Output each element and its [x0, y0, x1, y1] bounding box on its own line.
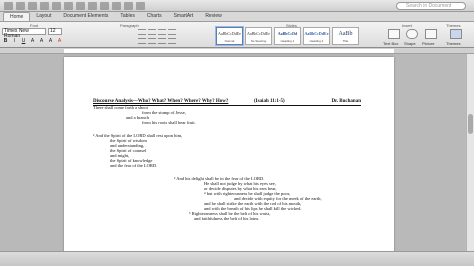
help-icon[interactable]: [136, 1, 145, 10]
ruler-track: [64, 49, 394, 53]
italic-button[interactable]: I: [11, 38, 18, 45]
style-sample: AaBb: [338, 31, 353, 37]
heading-title: Discourse Analysis—Who? What? When? Wher…: [93, 99, 229, 104]
font-size-field[interactable]: 12: [48, 28, 62, 35]
style-name: Heading 1: [280, 39, 295, 43]
text-line: and faithfulness the belt of his loins.: [194, 216, 260, 221]
sidebar-icon[interactable]: [88, 1, 97, 10]
vertical-scrollbar[interactable]: [466, 54, 474, 251]
shape-icon[interactable]: [406, 29, 418, 39]
print-icon[interactable]: [40, 1, 49, 10]
outdent-icon[interactable]: [158, 29, 166, 35]
align-right-icon[interactable]: [158, 38, 166, 44]
styles-gallery: AaBbCcDdEe Normal AaBbCcDdEe No Spacing …: [216, 27, 359, 45]
strikethrough-button[interactable]: A: [29, 38, 36, 45]
style-sample: AaBbCcDdEe: [218, 31, 241, 36]
tab-charts[interactable]: Charts: [141, 12, 168, 21]
status-bar: [0, 251, 474, 266]
tab-document-elements[interactable]: Document Elements: [57, 12, 114, 21]
align-center-icon[interactable]: [148, 38, 156, 44]
subscript-button[interactable]: A: [47, 38, 54, 45]
style-title[interactable]: AaBb Title: [332, 27, 359, 45]
bullets-icon[interactable]: [138, 29, 146, 35]
style-name: Heading 2: [309, 39, 324, 43]
themes-icon[interactable]: [450, 29, 462, 39]
shape-label[interactable]: Shape: [404, 41, 416, 46]
style-normal[interactable]: AaBbCcDdEe Normal: [216, 27, 243, 45]
heading-author: Dr. Buchanan: [331, 99, 361, 104]
horizontal-ruler[interactable]: [0, 48, 474, 54]
toolbox-icon[interactable]: [112, 1, 121, 10]
paragraph-group-label: Paragraph: [120, 23, 139, 28]
tab-layout[interactable]: Layout: [30, 12, 57, 21]
text-line: and the fear of the LORD.: [110, 163, 158, 168]
text-box-label[interactable]: Text Box: [383, 41, 398, 46]
numbering-icon[interactable]: [148, 29, 156, 35]
text-line: from his roots shall bear fruit.: [142, 120, 196, 125]
zoom-icon[interactable]: [124, 1, 133, 10]
search-input[interactable]: Search in Document: [396, 2, 466, 10]
style-no-spacing[interactable]: AaBbCcDdEe No Spacing: [245, 27, 272, 45]
themes-group-label: Themes: [446, 23, 461, 28]
style-heading-1[interactable]: AaBbCcDd Heading 1: [274, 27, 301, 45]
bold-button[interactable]: B: [2, 38, 9, 45]
picture-label[interactable]: Picture: [422, 41, 434, 46]
style-sample: AaBbCcDd: [277, 31, 298, 36]
tab-review[interactable]: Review: [199, 12, 227, 21]
paragraph-buttons-bottom: [138, 38, 176, 44]
redo-icon[interactable]: [64, 1, 73, 10]
ribbon-tabs: Home Layout Document Elements Tables Cha…: [0, 12, 474, 22]
gallery-icon[interactable]: [100, 1, 109, 10]
style-name: No Spacing: [250, 39, 267, 43]
text-line: There shall come forth a shoot: [93, 105, 148, 110]
justify-icon[interactable]: [168, 38, 176, 44]
standard-toolbar: ⌕ Search in Document: [0, 0, 474, 12]
tab-home[interactable]: Home: [3, 12, 31, 21]
style-name: Normal: [224, 39, 235, 43]
text-line-body: from his roots shall bear fruit.: [142, 120, 196, 125]
text-box-icon[interactable]: [388, 29, 400, 39]
style-sample: AaBbCcDdEe: [304, 31, 329, 36]
superscript-button[interactable]: A: [38, 38, 45, 45]
save-icon[interactable]: [28, 1, 37, 10]
paragraph-buttons-top: [138, 29, 176, 35]
indent-icon[interactable]: [168, 29, 176, 35]
themes-label[interactable]: Themes: [446, 41, 460, 46]
insert-group-label: Insert: [402, 23, 413, 28]
open-icon[interactable]: [16, 1, 25, 10]
style-sample: AaBbCcDdEe: [247, 31, 270, 36]
ribbon: Font Times New Roman 12 B I U A A A A Pa…: [0, 22, 474, 48]
scrollbar-thumb[interactable]: [468, 114, 473, 134]
align-left-icon[interactable]: [138, 38, 146, 44]
format-painter-icon[interactable]: [76, 1, 85, 10]
font-color-button[interactable]: A: [56, 38, 63, 45]
tab-smartart[interactable]: SmartArt: [168, 12, 200, 21]
undo-icon[interactable]: [52, 1, 61, 10]
style-name: Title: [342, 39, 349, 43]
heading-reference: (Isaiah 11:1-5): [254, 99, 285, 104]
format-buttons: B I U A A A A: [2, 38, 63, 45]
document-page[interactable]: Discourse Analysis—Who? What? When? Wher…: [64, 57, 394, 257]
new-document-icon[interactable]: [4, 1, 13, 10]
picture-icon[interactable]: [425, 29, 437, 39]
style-heading-2[interactable]: AaBbCcDdEe Heading 2: [303, 27, 330, 45]
tab-tables[interactable]: Tables: [114, 12, 140, 21]
underline-button[interactable]: U: [20, 38, 27, 45]
font-name-field[interactable]: Times New Roman: [2, 28, 46, 39]
